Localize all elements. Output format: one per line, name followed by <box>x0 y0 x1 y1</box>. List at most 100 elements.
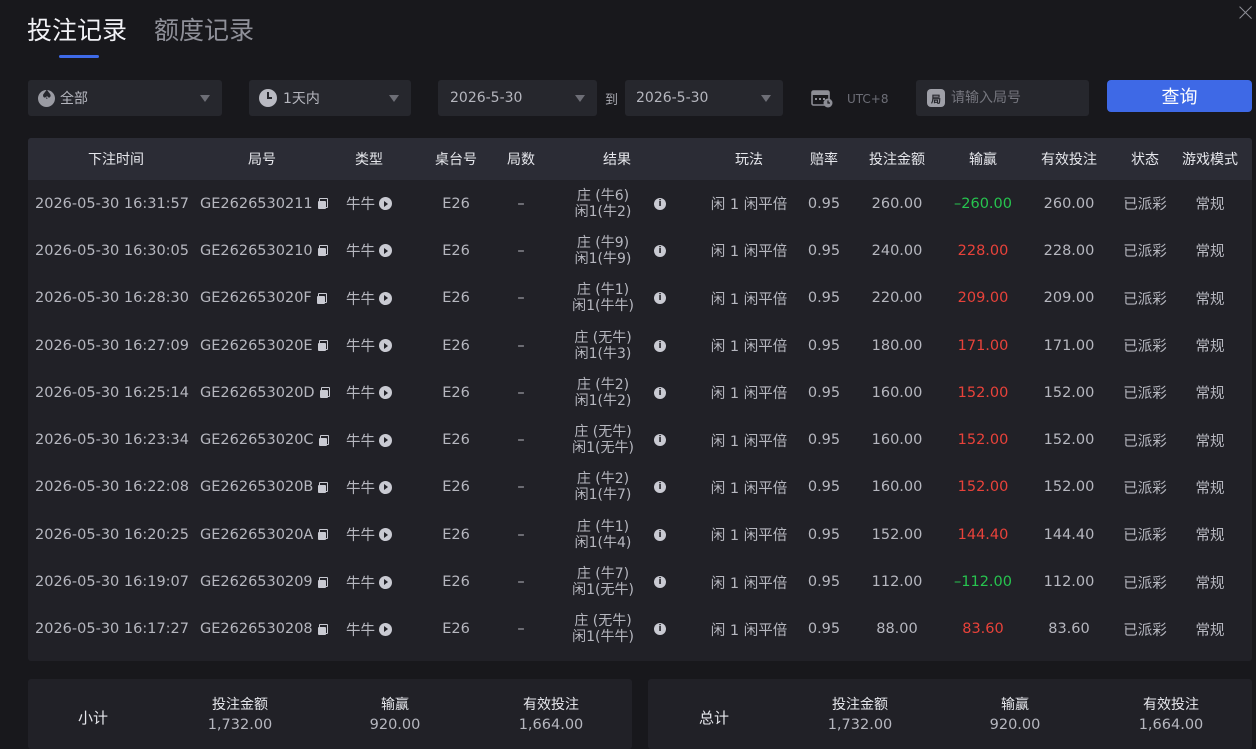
result-cell: 庄 (牛2) 闲1(牛7) i <box>538 471 696 503</box>
table-row[interactable]: 2026-05-30 16:20:25 GE262653020A 牛牛 E26 – 庄 (… <box>28 511 1252 558</box>
info-icon[interactable]: i <box>654 339 666 352</box>
result-cell: 庄 (牛9) 闲1(牛9) i <box>538 235 696 267</box>
copy-icon[interactable] <box>317 245 328 257</box>
result-cell: 庄 (牛7) 闲1(无牛) i <box>538 566 696 598</box>
round-number-cell: GE262653020F <box>194 290 330 306</box>
round-number-cell: GE2626530210 <box>194 243 330 259</box>
table-row[interactable]: 2026-05-30 16:31:57 GE2626530211 牛牛 E26 – 庄 (… <box>28 180 1252 227</box>
bet-amount: 152.00 <box>871 526 923 543</box>
spade-icon <box>38 88 55 107</box>
info-icon[interactable]: i <box>654 528 666 541</box>
info-icon[interactable]: i <box>654 292 666 305</box>
result-text: 庄 (无牛) 闲1(牛3) <box>568 330 638 362</box>
play-icon[interactable] <box>379 622 392 636</box>
table-row[interactable]: 2026-05-30 16:17:27 GE2626530208 牛牛 E26 – 庄 (… <box>28 606 1252 653</box>
game-select[interactable]: 全部 <box>28 80 222 116</box>
bet-amount: 160.00 <box>871 384 923 401</box>
result-banker: 庄 (牛2) <box>576 471 630 488</box>
tab-limit-records[interactable]: 额度记录 <box>154 14 254 54</box>
table-row[interactable]: 2026-05-30 16:30:05 GE2626530210 牛牛 E26 – 庄 (… <box>28 227 1252 274</box>
result-player: 闲1(牛7) <box>574 487 632 504</box>
round-number: GE2626530208 <box>200 621 313 638</box>
result-cell: 庄 (牛2) 闲1(牛2) i <box>538 377 696 409</box>
play-type: 闲 1 闲平倍 <box>710 386 788 403</box>
bet-time: 2026-05-30 16:19:07 <box>35 574 189 591</box>
table-row[interactable]: 2026-05-30 16:28:30 GE262653020F 牛牛 E26 – 庄 (… <box>28 275 1252 322</box>
copy-icon[interactable] <box>317 623 328 635</box>
table-row[interactable]: 2026-05-30 16:25:14 GE262653020D 牛牛 E26 – 庄 (… <box>28 369 1252 416</box>
result-banker: 庄 (无牛) <box>574 613 632 630</box>
table-row[interactable]: 2026-05-30 16:22:08 GE262653020B 牛牛 E26 – 庄 (… <box>28 464 1252 511</box>
total-panel: 总计 投注金额 1,732.00 输赢 920.00 有效投注 1,664.00 <box>648 679 1252 749</box>
info-icon[interactable]: i <box>654 576 666 589</box>
info-icon[interactable]: i <box>654 244 666 257</box>
copy-icon[interactable] <box>316 292 327 304</box>
play-icon[interactable] <box>379 480 392 494</box>
table-number: E26 <box>442 432 470 449</box>
winloss: –112.00 <box>954 574 1012 591</box>
table-row[interactable]: 2026-05-30 16:27:09 GE262653020E 牛牛 E26 – 庄 (… <box>28 322 1252 369</box>
game-mode: 常规 <box>1195 291 1225 308</box>
bet-time: 2026-05-30 16:22:08 <box>35 479 189 496</box>
round-search-field[interactable]: 局 <box>916 80 1089 116</box>
round-number-cell: GE262653020C <box>194 432 330 448</box>
copy-icon[interactable] <box>317 340 328 352</box>
tab-bet-records[interactable]: 投注记录 <box>27 14 127 58</box>
total-bet-value: 1,732.00 <box>827 717 893 733</box>
subtotal-valid-label: 有效投注 <box>523 697 579 713</box>
play-icon[interactable] <box>379 339 392 353</box>
date-from-select[interactable]: 2026-5-30 <box>438 80 597 116</box>
play-icon[interactable] <box>379 575 392 589</box>
odds: 0.95 <box>807 574 841 591</box>
col-header-odds: 赔率 <box>810 152 838 168</box>
result-player: 闲1(牛2) <box>574 392 632 409</box>
table-row[interactable]: 2026-05-30 16:19:07 GE2626530209 牛牛 E26 – 庄 (… <box>28 558 1252 605</box>
game-mode: 常规 <box>1195 433 1225 450</box>
round-number-cell: GE2626530208 <box>194 621 330 637</box>
info-icon[interactable]: i <box>654 197 666 210</box>
info-icon[interactable]: i <box>654 434 666 447</box>
close-icon[interactable] <box>1238 4 1254 20</box>
result-banker: 庄 (牛1) <box>576 282 630 299</box>
period-select[interactable]: 1天内 <box>249 80 411 116</box>
play-icon[interactable] <box>379 433 392 447</box>
calendar-icon[interactable] <box>811 89 833 108</box>
copy-icon[interactable] <box>317 576 328 588</box>
shoe-number: – <box>517 574 525 591</box>
round-number: GE2626530211 <box>200 195 313 212</box>
winloss: 228.00 <box>957 242 1009 259</box>
result-text: 庄 (无牛) 闲1(无牛) <box>568 424 638 456</box>
table-row[interactable]: 2026-05-30 16:23:34 GE262653020C 牛牛 E26 – 庄 (… <box>28 416 1252 463</box>
round-number-cell: GE262653020D <box>194 385 330 401</box>
date-to-select[interactable]: 2026-5-30 <box>625 80 783 116</box>
copy-icon[interactable] <box>318 529 329 541</box>
shoe-number: – <box>517 195 525 212</box>
result-player: 闲1(牛4) <box>574 534 632 551</box>
play-icon[interactable] <box>379 528 392 542</box>
play-icon[interactable] <box>379 386 392 400</box>
info-icon[interactable]: i <box>654 386 666 399</box>
result-banker: 庄 (牛2) <box>576 376 630 393</box>
play-icon[interactable] <box>379 197 392 211</box>
info-icon[interactable]: i <box>654 481 666 494</box>
bet-records-table: 下注时间 局号 类型 桌台号 局数 结果 玩法 赔率 投注金额 输赢 有效投注 状态 游戏模式 2026… <box>28 138 1252 661</box>
game-type-cell: 牛牛 <box>330 335 408 356</box>
odds: 0.95 <box>807 290 841 307</box>
table-number: E26 <box>442 479 470 496</box>
shoe-number: – <box>517 479 525 496</box>
query-button[interactable]: 查询 <box>1107 80 1252 112</box>
copy-icon[interactable] <box>318 481 329 493</box>
copy-icon[interactable] <box>317 198 328 210</box>
status: 已派彩 <box>1123 575 1167 592</box>
copy-icon[interactable] <box>319 387 330 399</box>
copy-icon[interactable] <box>318 434 329 446</box>
round-search-input[interactable] <box>951 90 1081 106</box>
subtotal-valid-value: 1,664.00 <box>518 717 584 733</box>
info-icon[interactable]: i <box>654 623 666 636</box>
game-type: 牛牛 <box>346 244 375 261</box>
shoe-number: – <box>517 242 525 259</box>
play-icon[interactable] <box>379 291 392 305</box>
play-icon[interactable] <box>379 244 392 258</box>
result-group: 庄 (无牛) 闲1(无牛) i <box>568 424 666 456</box>
subtotal-winloss-value: 920.00 <box>369 717 421 733</box>
